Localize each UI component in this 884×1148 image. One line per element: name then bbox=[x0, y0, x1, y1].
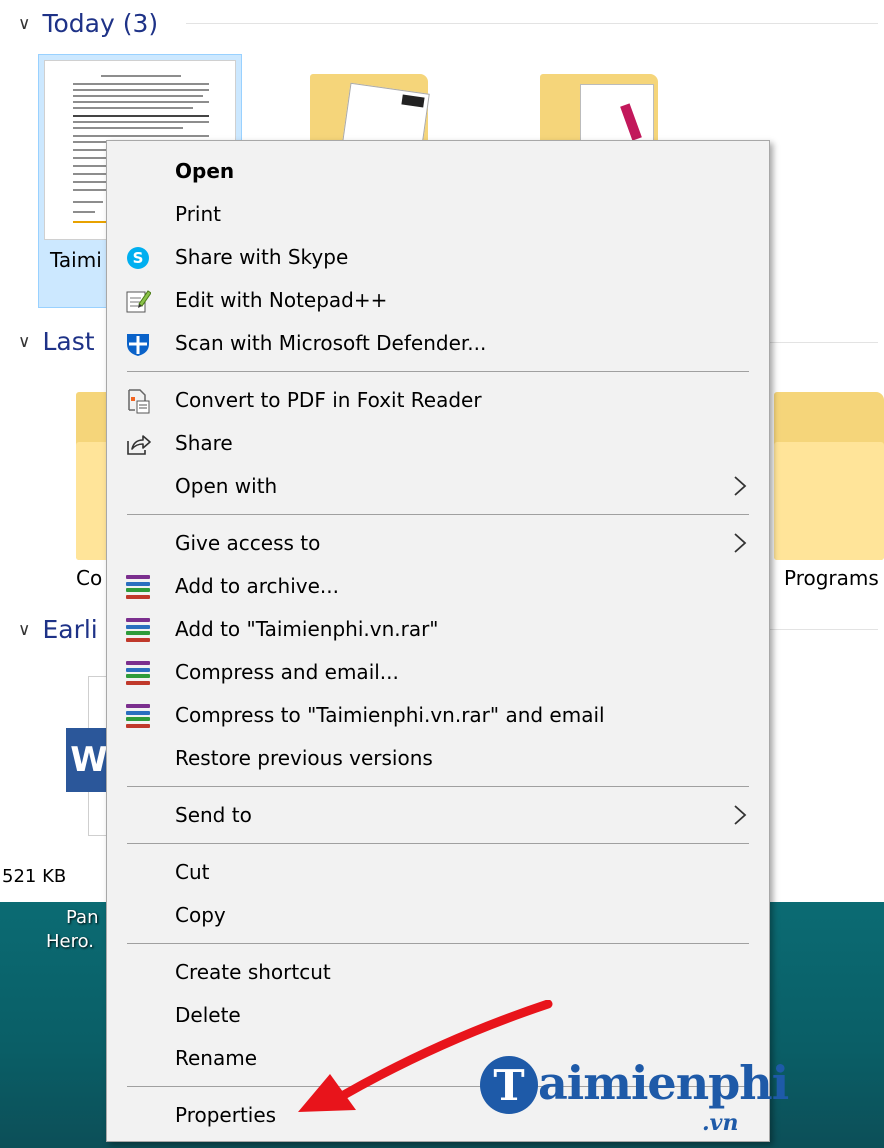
menu-item-open-with[interactable]: Open with bbox=[107, 465, 769, 507]
menu-item-compress-and-email[interactable]: Compress and email... bbox=[107, 651, 769, 693]
menu-item-label: Add to "Taimienphi.vn.rar" bbox=[175, 617, 439, 641]
menu-item-print[interactable]: Print bbox=[107, 193, 769, 235]
menu-item-label: Give access to bbox=[175, 531, 321, 555]
folder-icon[interactable] bbox=[774, 392, 884, 560]
menu-item-label: Compress to "Taimienphi.vn.rar" and emai… bbox=[175, 703, 605, 727]
group-divider bbox=[770, 342, 878, 343]
menu-item-label: Create shortcut bbox=[175, 960, 331, 984]
menu-separator bbox=[127, 514, 749, 515]
desktop-label-line: Pan bbox=[66, 907, 99, 928]
menu-item-label: Convert to PDF in Foxit Reader bbox=[175, 388, 482, 412]
menu-item-create-shortcut[interactable]: Create shortcut bbox=[107, 951, 769, 993]
taimienphi-watermark: T aimienphi .vn bbox=[480, 1048, 789, 1138]
menu-item-label: Cut bbox=[175, 860, 210, 884]
folder-label: Programs bbox=[784, 566, 879, 590]
winrar-icon bbox=[125, 660, 151, 686]
menu-item-label: Send to bbox=[175, 803, 252, 827]
watermark-logo-letter: T bbox=[480, 1056, 538, 1114]
group-header-today[interactable]: ∨ Today (3) bbox=[18, 6, 158, 40]
menu-item-add-to-rar[interactable]: Add to "Taimienphi.vn.rar" bbox=[107, 608, 769, 650]
menu-item-cut[interactable]: Cut bbox=[107, 851, 769, 893]
menu-item-label: Restore previous versions bbox=[175, 746, 433, 770]
chevron-down-icon: ∨ bbox=[18, 14, 31, 34]
menu-separator bbox=[127, 786, 749, 787]
menu-item-share[interactable]: Share bbox=[107, 422, 769, 464]
group-divider bbox=[186, 23, 878, 24]
foxit-pdf-icon bbox=[125, 388, 151, 414]
menu-item-label: Open with bbox=[175, 474, 278, 498]
watermark-brand: aimienphi bbox=[538, 1056, 789, 1110]
menu-item-add-to-archive[interactable]: Add to archive... bbox=[107, 565, 769, 607]
menu-item-label: Edit with Notepad++ bbox=[175, 288, 388, 312]
notepadpp-icon bbox=[125, 288, 151, 314]
menu-item-label: Copy bbox=[175, 903, 226, 927]
winrar-icon bbox=[125, 574, 151, 600]
folder-label: Co bbox=[76, 566, 103, 590]
menu-item-label: Share with Skype bbox=[175, 245, 349, 269]
menu-item-label: Compress and email... bbox=[175, 660, 399, 684]
menu-item-scan-with-defender[interactable]: Scan with Microsoft Defender... bbox=[107, 322, 769, 364]
menu-item-give-access-to[interactable]: Give access to bbox=[107, 522, 769, 564]
defender-icon bbox=[125, 331, 151, 357]
winrar-icon bbox=[125, 617, 151, 643]
menu-item-delete[interactable]: Delete bbox=[107, 994, 769, 1036]
group-header-label: Last bbox=[42, 326, 95, 356]
menu-item-label: Properties bbox=[175, 1103, 277, 1127]
group-divider bbox=[770, 629, 878, 630]
desktop-label-line: Hero. bbox=[46, 931, 95, 952]
menu-item-label: Scan with Microsoft Defender... bbox=[175, 331, 487, 355]
share-icon bbox=[125, 431, 151, 457]
winrar-icon bbox=[125, 703, 151, 729]
menu-item-send-to[interactable]: Send to bbox=[107, 794, 769, 836]
menu-item-compress-to-rar-and-email[interactable]: Compress to "Taimienphi.vn.rar" and emai… bbox=[107, 694, 769, 736]
menu-separator bbox=[127, 371, 749, 372]
menu-item-restore-previous-versions[interactable]: Restore previous versions bbox=[107, 737, 769, 779]
chevron-right-icon bbox=[734, 476, 747, 496]
menu-item-open[interactable]: Open bbox=[107, 150, 769, 192]
skype-icon: S bbox=[125, 245, 151, 271]
menu-item-label: Print bbox=[175, 202, 222, 226]
desktop-icon-label[interactable]: Pan Hero. bbox=[46, 906, 98, 954]
selected-file-label: Taimi bbox=[50, 248, 102, 272]
file-size: 521 KB bbox=[2, 866, 67, 887]
chevron-down-icon: ∨ bbox=[18, 620, 31, 640]
menu-item-label: Delete bbox=[175, 1003, 241, 1027]
menu-item-label: Rename bbox=[175, 1046, 258, 1070]
menu-item-label: Open bbox=[175, 159, 235, 183]
menu-item-copy[interactable]: Copy bbox=[107, 894, 769, 936]
group-header-last[interactable]: ∨ Last bbox=[18, 324, 95, 358]
menu-separator bbox=[127, 943, 749, 944]
menu-item-convert-to-pdf[interactable]: Convert to PDF in Foxit Reader bbox=[107, 379, 769, 421]
watermark-suffix: .vn bbox=[702, 1110, 739, 1136]
chevron-down-icon: ∨ bbox=[18, 332, 31, 352]
group-header-earlier[interactable]: ∨ Earli bbox=[18, 612, 98, 646]
group-header-label: Earli bbox=[42, 614, 98, 644]
menu-separator bbox=[127, 843, 749, 844]
context-menu: Open Print S Share with Skype Edit with … bbox=[106, 140, 770, 1142]
chevron-right-icon bbox=[734, 533, 747, 553]
menu-item-label: Share bbox=[175, 431, 233, 455]
menu-item-label: Add to archive... bbox=[175, 574, 339, 598]
menu-item-edit-with-notepadpp[interactable]: Edit with Notepad++ bbox=[107, 279, 769, 321]
group-header-label: Today (3) bbox=[42, 8, 159, 38]
chevron-right-icon bbox=[734, 805, 747, 825]
menu-item-share-with-skype[interactable]: S Share with Skype bbox=[107, 236, 769, 278]
